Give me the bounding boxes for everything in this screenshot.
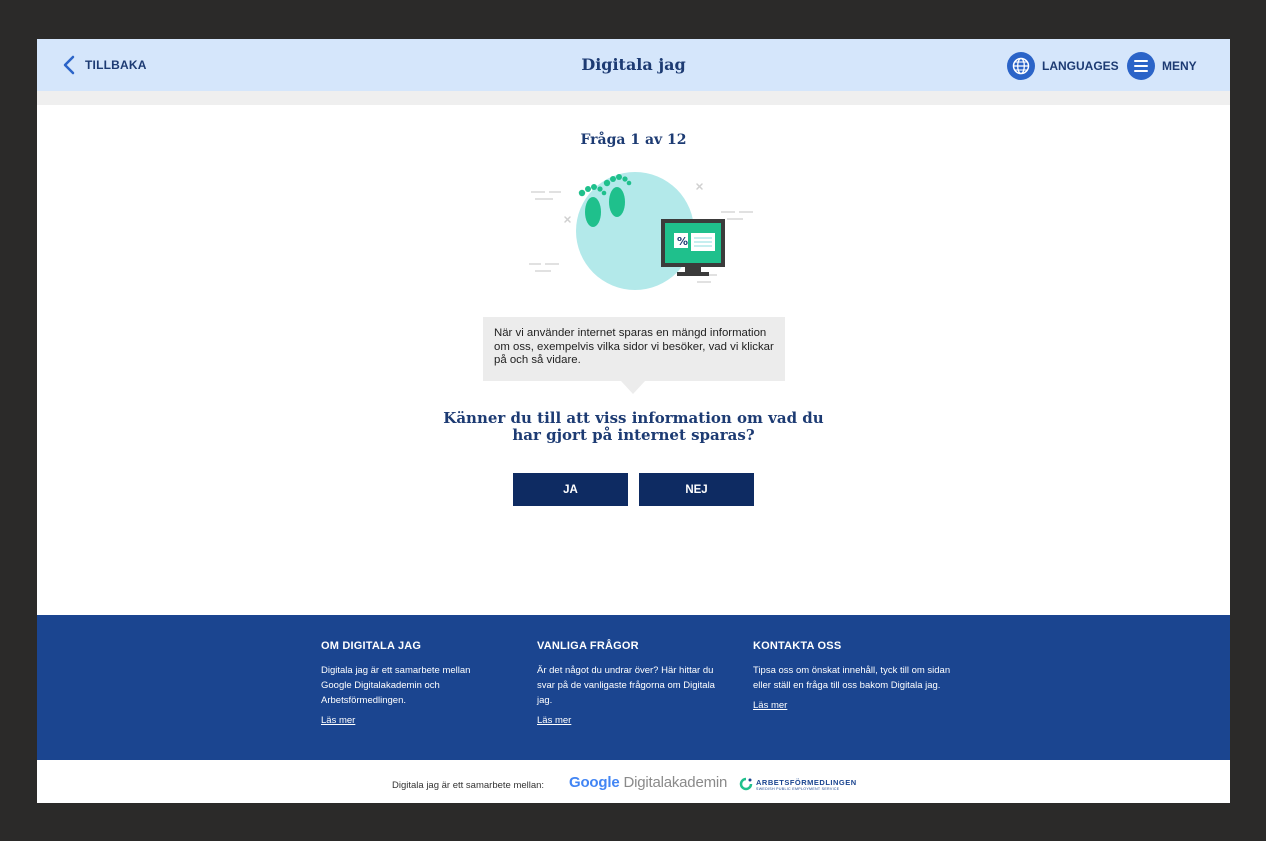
footer-heading: KONTAKTA OSS [753, 640, 842, 652]
menu-button[interactable]: MENY [1127, 52, 1197, 80]
info-text: När vi använder internet sparas en mängd… [494, 327, 774, 366]
read-more-link[interactable]: Läs mer [321, 715, 355, 726]
site-footer: OM DIGITALA JAG Digitala jag är ett sama… [37, 615, 1230, 760]
svg-text:%: % [677, 235, 688, 248]
footer-text: Tipsa oss om önskat innehåll, tyck till … [753, 665, 951, 691]
languages-button[interactable]: LANGUAGES [1007, 52, 1119, 80]
globe-icon [1007, 52, 1035, 80]
info-tooltip: När vi använder internet sparas en mängd… [483, 317, 785, 381]
read-more-link[interactable]: Läs mer [537, 715, 571, 726]
footer-heading: VANLIGA FRÅGOR [537, 640, 639, 652]
af-subtitle: SWEDISH PUBLIC EMPLOYMENT SERVICE [756, 786, 840, 791]
google-brand: Google [569, 774, 620, 791]
footer-heading: OM DIGITALA JAG [321, 640, 422, 652]
partners-label: Digitala jag är ett samarbete mellan: [392, 780, 545, 791]
footer-column-about: OM DIGITALA JAG Digitala jag är ett sama… [321, 640, 501, 728]
footprints-monitor-illustration: % [529, 172, 753, 290]
top-header: TILLBAKA Digitala jag LANGUAGES MENY [37, 39, 1230, 91]
arbetsformedlingen-logo: ARBETSFÖRMEDLINGEN SWEDISH PUBLIC EMPLOY… [739, 777, 857, 791]
yes-button[interactable]: JA [513, 473, 628, 506]
tooltip-arrow [621, 381, 645, 394]
google-product: Digitalakademin [623, 774, 728, 791]
read-more-link[interactable]: Läs mer [753, 700, 787, 711]
languages-label: LANGUAGES [1042, 59, 1119, 73]
google-digitalakademin-logo: Google Digitalakademin [569, 774, 727, 791]
menu-label: MENY [1162, 59, 1197, 73]
no-button[interactable]: NEJ [639, 473, 754, 506]
arbetsformedlingen-logo-icon [739, 777, 753, 791]
footer-text: Är det något du undrar över? Här hittar … [537, 665, 715, 706]
footer-column-contact: KONTAKTA OSS Tipsa oss om önskat innehål… [753, 640, 953, 713]
header-divider [37, 91, 1230, 105]
app-frame: TILLBAKA Digitala jag LANGUAGES MENY Frå… [37, 39, 1230, 803]
footer-text: Digitala jag är ett samarbete mellan Goo… [321, 665, 471, 706]
footer-column-faq: VANLIGA FRÅGOR Är det något du undrar öv… [537, 640, 717, 728]
partners-bar: Digitala jag är ett samarbete mellan: Go… [37, 760, 1230, 803]
af-name: ARBETSFÖRMEDLINGEN [756, 777, 857, 787]
question-text: Känner du till att viss information om v… [443, 409, 824, 444]
menu-icon [1127, 52, 1155, 80]
question-progress: Fråga 1 av 12 [580, 132, 687, 148]
